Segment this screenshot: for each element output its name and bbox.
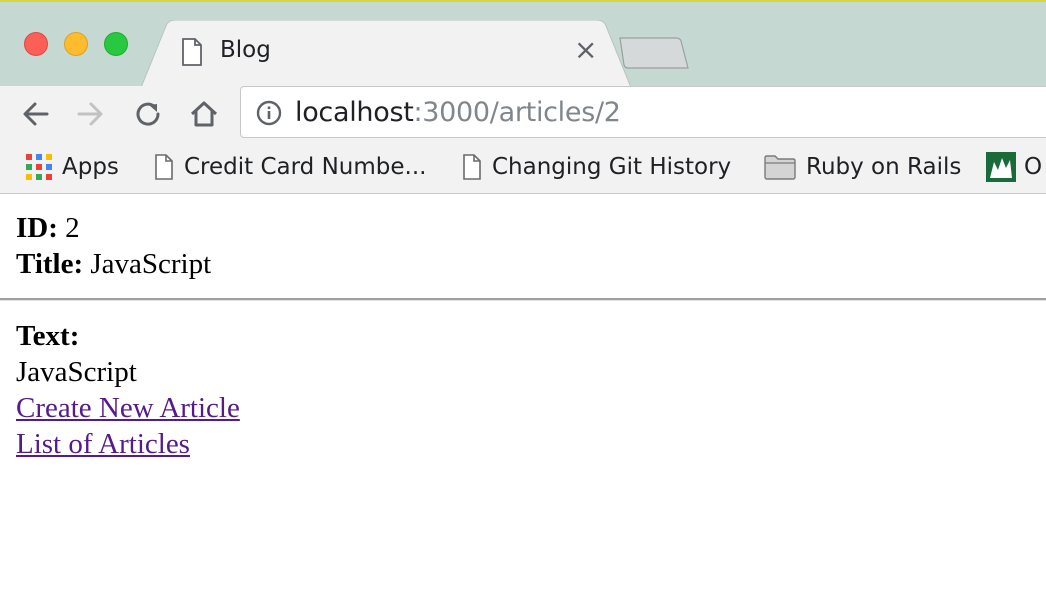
article-title-row: Title: JavaScript — [16, 246, 1046, 282]
address-bar[interactable]: localhost:3000/articles/2 — [240, 86, 1046, 138]
article-id-row: ID: 2 — [16, 210, 1046, 246]
tab-strip: Blog × — [0, 0, 1046, 90]
list-of-articles-link[interactable]: List of Articles — [16, 426, 1046, 462]
bookmarks-bar: Apps Credit Card Numbe... Changing Git H… — [0, 142, 1046, 194]
url-path: :3000/articles/2 — [413, 97, 621, 128]
tab-title: Blog — [220, 37, 271, 63]
bookmark-credit-card[interactable]: Credit Card Numbe... — [154, 150, 426, 184]
url-text[interactable]: localhost:3000/articles/2 — [295, 97, 621, 128]
forward-button[interactable] — [72, 96, 108, 132]
folder-icon — [764, 155, 796, 180]
reload-button[interactable] — [130, 96, 166, 132]
bookmark-site[interactable]: O — [986, 150, 1042, 184]
browser-toolbar: localhost:3000/articles/2 — [0, 86, 1046, 142]
bookmark-apps[interactable]: Apps — [26, 150, 119, 184]
zoom-window-button[interactable] — [104, 32, 128, 56]
minimize-window-button[interactable] — [64, 32, 88, 56]
tab-blog[interactable]: Blog × — [176, 30, 616, 70]
bookmark-label: Changing Git History — [492, 154, 732, 180]
document-icon — [155, 154, 173, 180]
bookmark-label: Credit Card Numbe... — [184, 154, 427, 180]
text-label-row: Text: — [16, 318, 1046, 354]
reload-icon — [136, 102, 160, 126]
new-tab-button[interactable] — [618, 36, 690, 70]
info-icon[interactable] — [255, 99, 283, 127]
home-icon — [190, 101, 218, 127]
id-value: 2 — [65, 212, 80, 244]
back-button[interactable] — [18, 96, 54, 132]
close-window-button[interactable] — [24, 32, 48, 56]
arrow-left-icon — [23, 102, 49, 126]
bookmark-folder-ruby-on-rails[interactable]: Ruby on Rails — [764, 150, 961, 184]
home-button[interactable] — [186, 96, 222, 132]
bookmark-label: O — [1024, 154, 1043, 180]
bookmark-changing-git-history[interactable]: Changing Git History — [462, 150, 731, 184]
site-favicon — [986, 152, 1016, 182]
apps-icon — [26, 154, 52, 180]
text-label: Text: — [16, 320, 80, 352]
tab-close-button[interactable]: × — [574, 34, 597, 66]
url-host: localhost — [295, 97, 414, 128]
bookmark-label: Apps — [62, 154, 119, 180]
arrow-right-icon — [77, 102, 103, 126]
document-icon — [463, 154, 481, 180]
article-text: JavaScript — [16, 356, 137, 388]
document-icon — [182, 38, 202, 66]
bookmark-label: Ruby on Rails — [806, 154, 962, 180]
create-new-article-link[interactable]: Create New Article — [16, 390, 1046, 426]
page-content: ID: 2 Title: JavaScript Text: JavaScript… — [0, 210, 1046, 462]
title-value: JavaScript — [90, 248, 212, 280]
divider — [0, 298, 1046, 301]
title-label: Title: — [16, 248, 84, 280]
id-label: ID: — [16, 212, 58, 244]
